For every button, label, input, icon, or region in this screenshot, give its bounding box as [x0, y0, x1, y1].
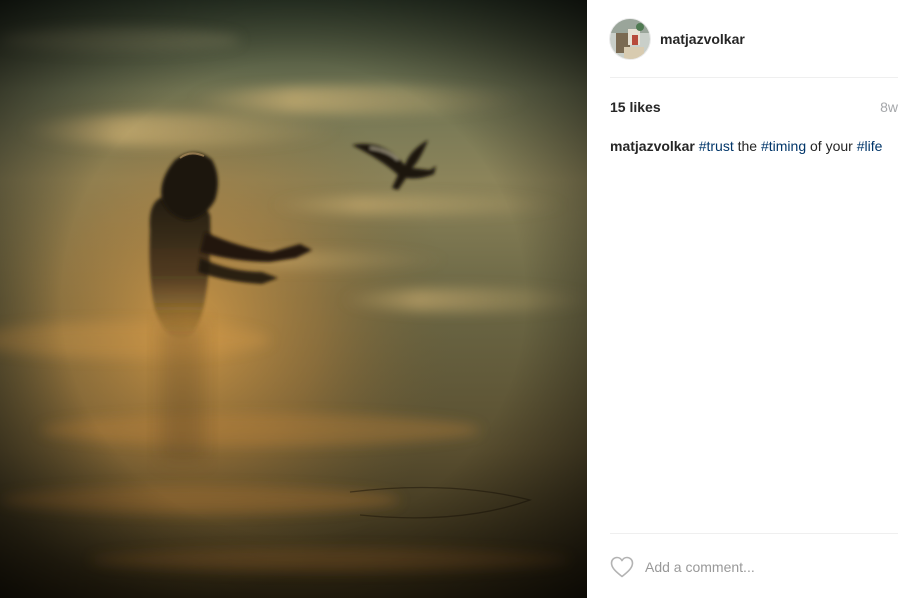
- comment-bar: [610, 553, 898, 581]
- hashtag-link[interactable]: #timing: [761, 138, 806, 154]
- caption-text: of your: [806, 138, 857, 154]
- post-header: matjazvolkar: [610, 18, 898, 60]
- post-caption: matjazvolkar #trust the #timing of your …: [610, 137, 894, 155]
- post-timestamp[interactable]: 8w: [880, 99, 898, 115]
- post-meta: 15 likes 8w: [610, 99, 898, 115]
- instagram-post: matjazvolkar 15 likes 8w matjazvolkar #t…: [0, 0, 920, 598]
- hashtag-link[interactable]: #life: [857, 138, 883, 154]
- profile-avatar[interactable]: [610, 19, 650, 59]
- likes-count[interactable]: 15 likes: [610, 99, 661, 115]
- photo-artwork: [0, 0, 587, 598]
- comment-input[interactable]: [645, 559, 885, 575]
- avatar-image: [610, 19, 650, 59]
- caption-username[interactable]: matjazvolkar: [610, 138, 695, 154]
- caption-text: the: [733, 138, 761, 154]
- username-link[interactable]: matjazvolkar: [660, 31, 745, 47]
- hashtag-link[interactable]: #trust: [699, 138, 734, 154]
- post-photo[interactable]: [0, 0, 587, 598]
- heart-outline-icon[interactable]: [610, 556, 634, 578]
- post-side-panel: matjazvolkar 15 likes 8w matjazvolkar #t…: [587, 0, 920, 598]
- comment-divider: [610, 533, 898, 534]
- header-divider: [610, 77, 898, 78]
